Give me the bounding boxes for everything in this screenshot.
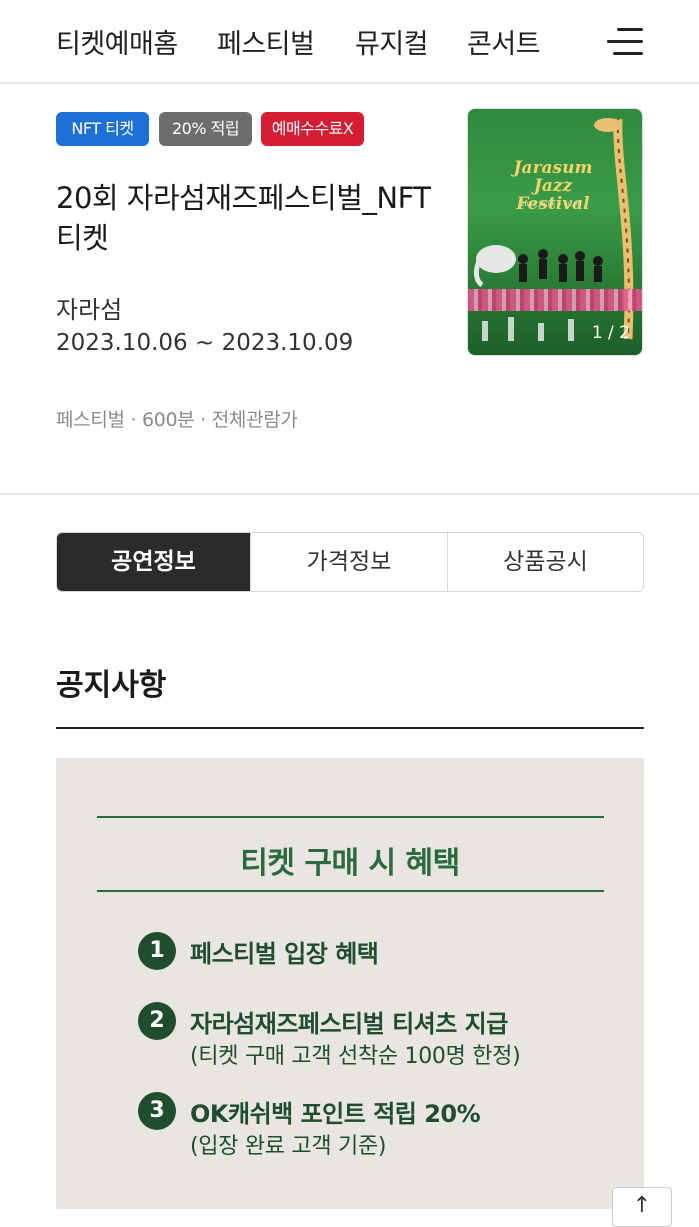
benefit-sub-text: (티켓 구매 고객 선착순 100명 한정) — [190, 1044, 521, 1069]
benefit-sub-text: (입장 완료 고객 기준) — [190, 1134, 387, 1159]
nav-item-ticket-home[interactable]: 티켓예매홈 — [56, 22, 178, 61]
arrow-up-icon: ↑ — [632, 1193, 652, 1218]
venue-name: 자라섬 — [56, 296, 123, 324]
product-title: 20회 자라섬재즈페스티벌_NFT 티켓 — [56, 181, 431, 255]
no-fee-badge: 예매수수료X — [261, 112, 364, 146]
banner-top-rule — [97, 816, 604, 818]
section-title-underline — [56, 727, 644, 729]
poster-artwork — [473, 118, 634, 341]
banner-bottom-rule — [97, 890, 604, 892]
product-meta: 페스티벌 · 600분 · 전체관람가 — [56, 409, 298, 431]
poster-counter: 1 / 2 — [591, 323, 630, 343]
tab-performance-info[interactable]: 공연정보 — [57, 533, 251, 591]
benefit-number: 2 — [138, 1002, 176, 1040]
tab-price-info[interactable]: 가격정보 — [251, 533, 448, 591]
tab-product-notice[interactable]: 상품공시 — [448, 533, 643, 591]
poster-subtitle: 2023.10.06 ~ 10.09 — [520, 201, 582, 208]
nav-item-musical[interactable]: 뮤지컬 — [355, 22, 429, 61]
benefit-number: 1 — [138, 932, 176, 970]
nft-ticket-badge: NFT 티켓 — [56, 112, 149, 146]
section-divider — [0, 493, 699, 495]
info-tabs: 공연정보 가격정보 상품공시 — [56, 532, 644, 592]
benefit-heading: 티켓 구매 시 혜택 — [240, 846, 460, 881]
nav-item-festival[interactable]: 페스티벌 — [217, 22, 315, 61]
top-navigation: 티켓예매홈 페스티벌 뮤지컬 콘서트 — [0, 0, 699, 84]
hamburger-menu-icon[interactable] — [607, 28, 643, 58]
scroll-to-top-button[interactable]: ↑ — [612, 1187, 672, 1227]
notice-section-title: 공지사항 — [56, 668, 167, 703]
benefit-main-text: 페스티벌 입장 혜택 — [190, 940, 379, 968]
benefit-number: 3 — [138, 1092, 176, 1130]
benefit-main-text: OK캐쉬백 포인트 적립 20% — [190, 1100, 481, 1128]
benefit-main-text: 자라섬재즈페스티벌 티셔츠 지급 — [190, 1010, 508, 1038]
poster-image[interactable]: Jarasum Jazz Festival 2023.10.06 ~ 10.09… — [467, 108, 643, 356]
nav-item-concert[interactable]: 콘서트 — [467, 22, 541, 61]
performance-dates: 2023.10.06 ~ 2023.10.09 — [56, 330, 354, 356]
notice-banner: 티켓 구매 시 혜택 1 페스티벌 입장 혜택 2 자라섬재즈페스티벌 티셔츠 … — [56, 758, 644, 1209]
poster-decoration — [468, 289, 642, 311]
reward-badge: 20% 적립 — [159, 112, 252, 146]
